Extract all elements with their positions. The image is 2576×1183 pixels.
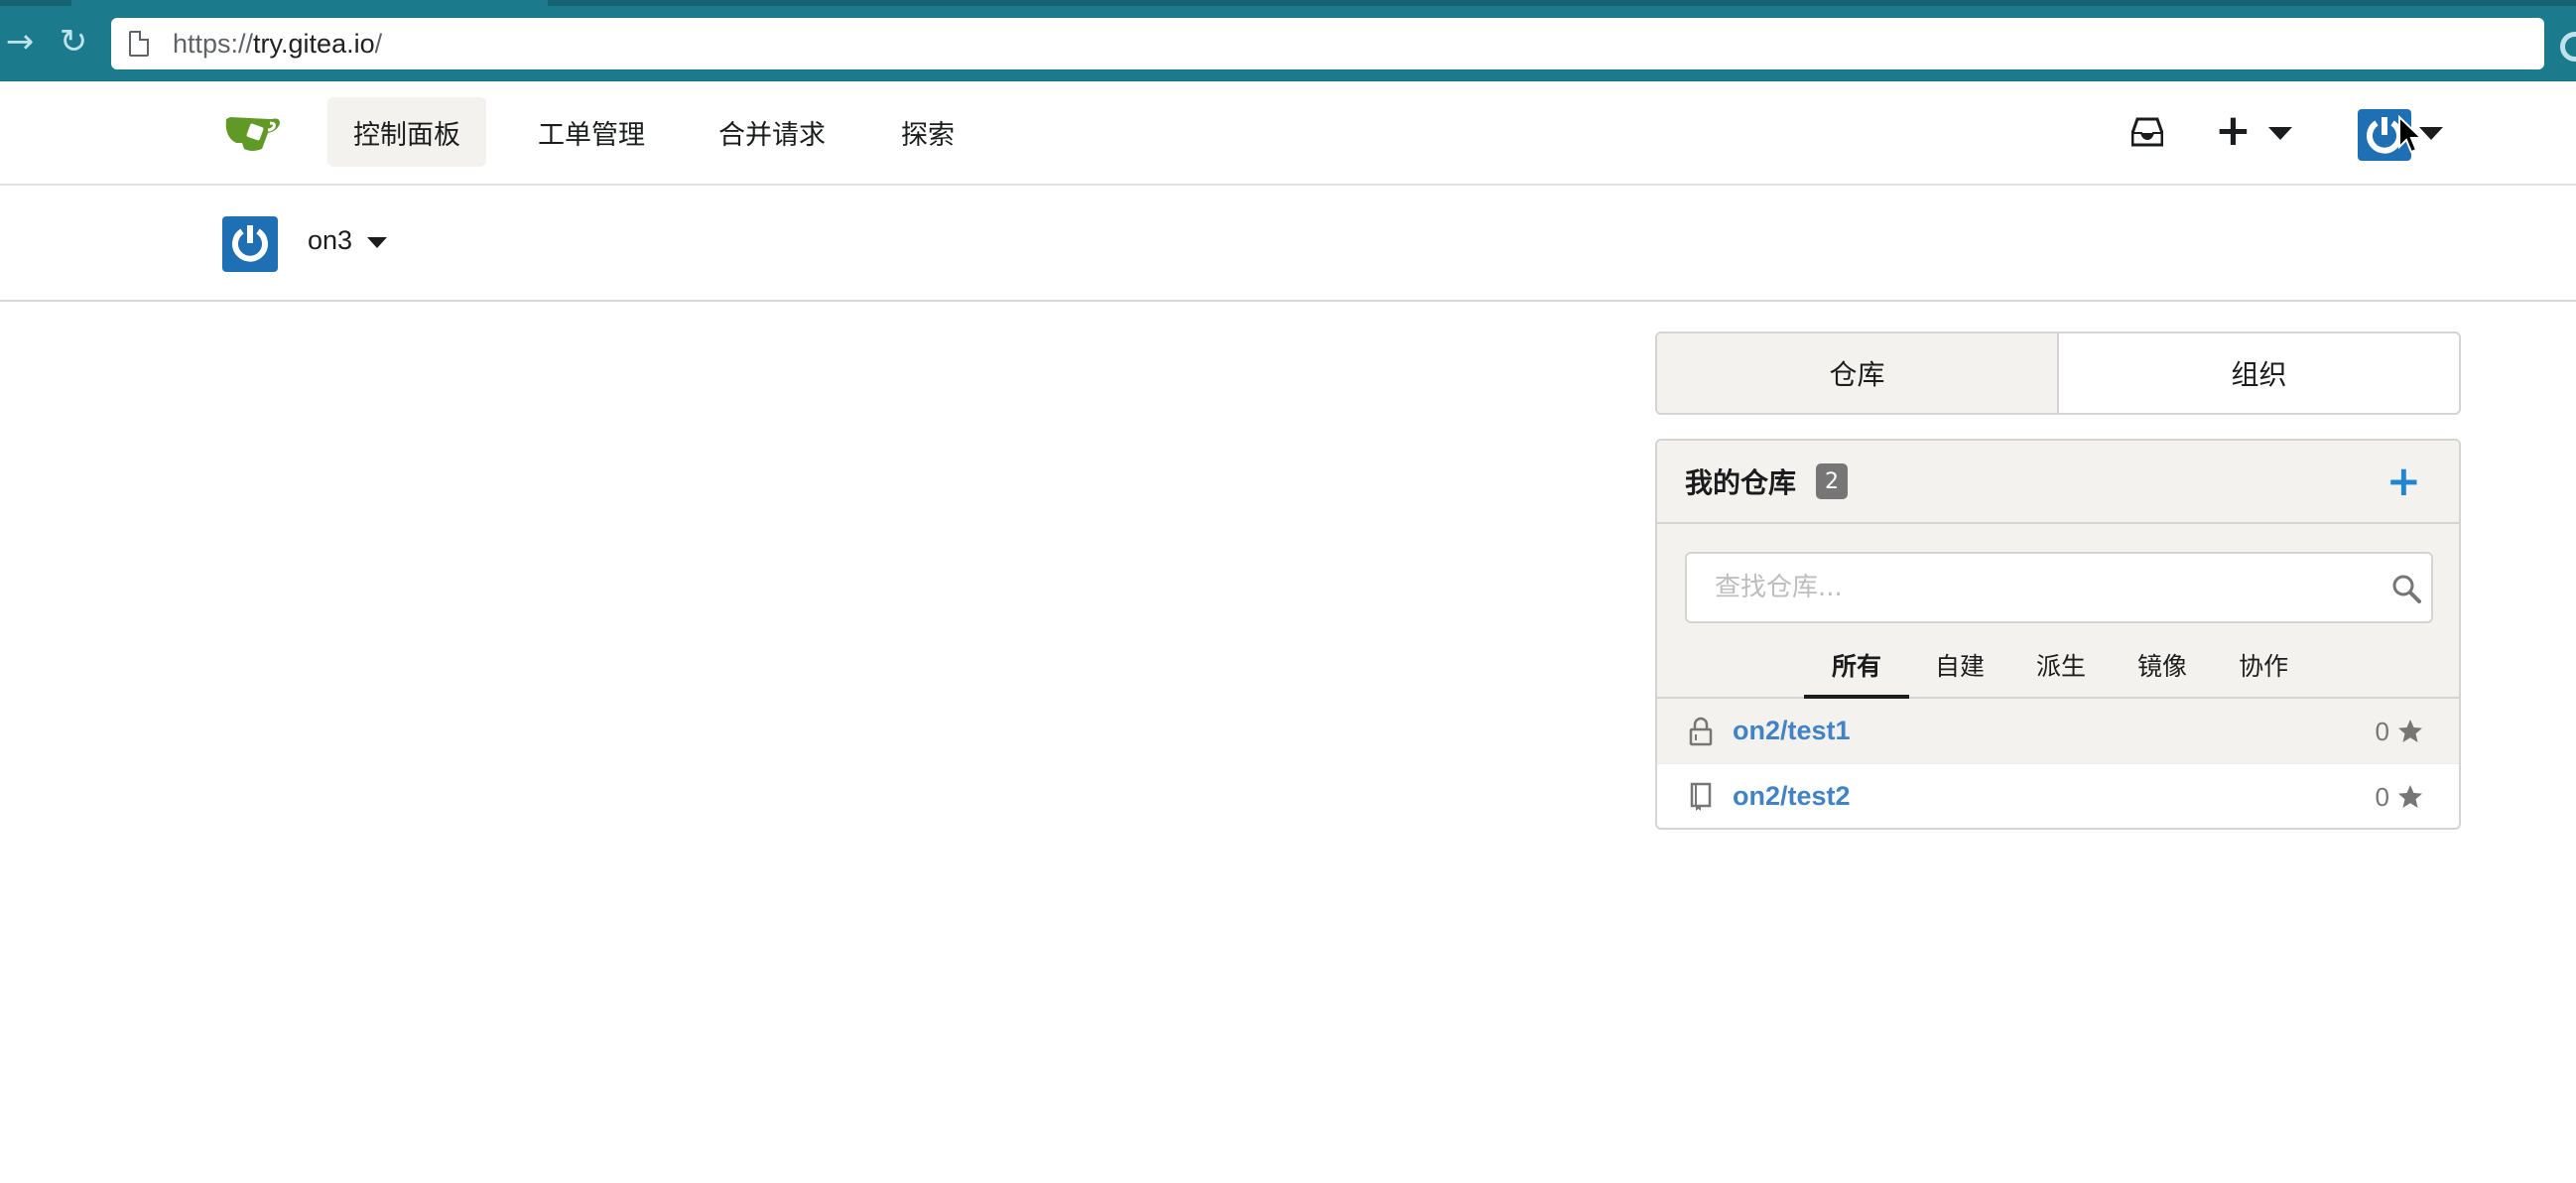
filter-mirrors[interactable]: 镜像 (2112, 639, 2213, 699)
context-chevron-down-icon[interactable] (367, 237, 387, 248)
search-icon[interactable] (2391, 574, 2421, 603)
chevron-down-icon[interactable] (2268, 127, 2292, 140)
browser-toolbar: → ↻ https://try.gitea.io / (0, 0, 2576, 81)
mouse-cursor-icon (2398, 115, 2423, 154)
forward-icon[interactable]: → (0, 22, 40, 62)
repo-org-switch: 仓库 组织 (1655, 331, 2461, 415)
repo-link[interactable]: on2/test2 (1733, 781, 1851, 812)
top-navbar: 控制面板 工单管理 合并请求 探索 + (0, 81, 2576, 186)
repo-stars: 0 (2376, 699, 2423, 764)
create-new-icon[interactable]: + (2215, 107, 2252, 155)
repo-box-title: 我的仓库 (1685, 466, 1797, 499)
filter-sources[interactable]: 自建 (1909, 639, 2010, 699)
filter-all[interactable]: 所有 (1804, 639, 1910, 699)
my-repositories-box: 我的仓库 2 + 所有 自建 派生 镜像 协作 on (1655, 439, 2461, 830)
reload-icon[interactable]: ↻ (54, 22, 93, 62)
url-host: try.gitea.io (253, 28, 375, 59)
repo-search-input[interactable] (1685, 552, 2433, 623)
star-icon (2398, 720, 2422, 742)
nav-issues[interactable]: 工单管理 (512, 97, 671, 167)
repo-list-item[interactable]: on2/test1 0 (1657, 699, 2459, 764)
dashboard-sidebar: 仓库 组织 我的仓库 2 + 所有 自建 派生 镜像 协作 (1655, 331, 2461, 830)
star-count: 0 (2375, 781, 2389, 812)
browser-tab-strip (0, 0, 2576, 6)
address-bar[interactable]: https://try.gitea.io / (111, 18, 2544, 69)
repo-count-badge: 2 (1816, 463, 1849, 499)
browser-extension-icon[interactable] (2560, 32, 2576, 62)
filter-forks[interactable]: 派生 (2010, 639, 2112, 699)
gitea-logo-icon[interactable] (222, 111, 282, 155)
book-icon (1690, 782, 1712, 811)
star-icon (2398, 785, 2422, 808)
star-count: 0 (2375, 716, 2389, 746)
context-avatar[interactable] (222, 216, 278, 272)
browser-active-tab[interactable] (71, 0, 548, 6)
repo-filter-tabs: 所有 自建 派生 镜像 协作 (1804, 639, 2314, 699)
filter-collaborative[interactable]: 协作 (2213, 639, 2314, 699)
repo-search-area: 所有 自建 派生 镜像 协作 (1657, 524, 2459, 699)
url-scheme: https:// (173, 28, 254, 59)
page-icon (129, 31, 149, 57)
power-icon (232, 225, 268, 262)
url-path: / (374, 28, 383, 59)
add-repo-button[interactable]: + (2386, 459, 2421, 504)
repo-link[interactable]: on2/test1 (1733, 716, 1851, 746)
nav-pull-requests[interactable]: 合并请求 (693, 97, 851, 167)
nav-dashboard[interactable]: 控制面板 (327, 97, 486, 167)
inbox-icon[interactable] (2131, 117, 2163, 147)
lock-icon (1689, 717, 1713, 745)
nav-explore[interactable]: 探索 (875, 97, 980, 167)
repo-box-header: 我的仓库 2 + (1657, 441, 2459, 524)
tab-organizations[interactable]: 组织 (2059, 333, 2459, 413)
context-switcher-bar: on3 (0, 186, 2576, 302)
tab-repositories[interactable]: 仓库 (1657, 333, 2059, 413)
repo-list-item[interactable]: on2/test2 0 (1657, 764, 2459, 828)
context-username[interactable]: on3 (308, 225, 352, 256)
repo-stars: 0 (2375, 764, 2423, 828)
